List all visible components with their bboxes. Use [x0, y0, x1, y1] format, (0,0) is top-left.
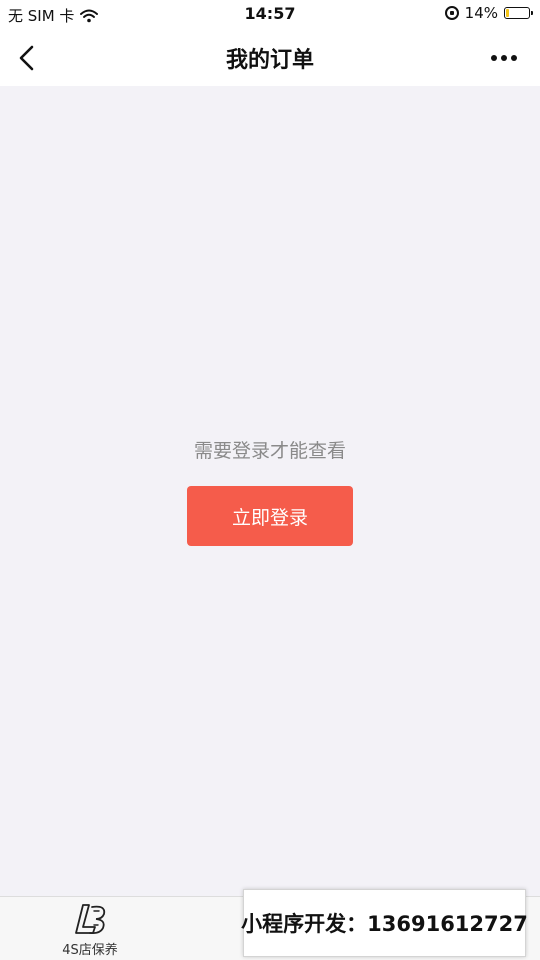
- tab-4s-maintenance[interactable]: 4S店保养: [0, 897, 180, 960]
- more-dot-icon: [511, 55, 517, 61]
- page-title: 我的订单: [225, 48, 314, 73]
- nav-bar: 我的订单: [0, 30, 540, 86]
- more-dot-icon: [491, 55, 497, 61]
- more-options-button[interactable]: [486, 44, 522, 72]
- rotation-lock-icon: [444, 6, 459, 20]
- login-button[interactable]: 立即登录: [187, 486, 353, 546]
- tab-label: 4S店保养: [62, 943, 118, 958]
- status-bar: 无 SIM 卡 14:57 14%: [0, 0, 540, 30]
- battery-fill: [506, 9, 509, 17]
- battery-icon: [504, 7, 533, 19]
- shop-logo-icon: [75, 904, 106, 935]
- battery-percent: 14%: [464, 4, 498, 22]
- login-prompt: 需要登录才能查看: [193, 440, 346, 462]
- status-right: 14%: [444, 4, 533, 22]
- developer-contact-banner: 小程序开发：13691612727: [241, 889, 528, 957]
- more-dot-icon: [501, 55, 507, 61]
